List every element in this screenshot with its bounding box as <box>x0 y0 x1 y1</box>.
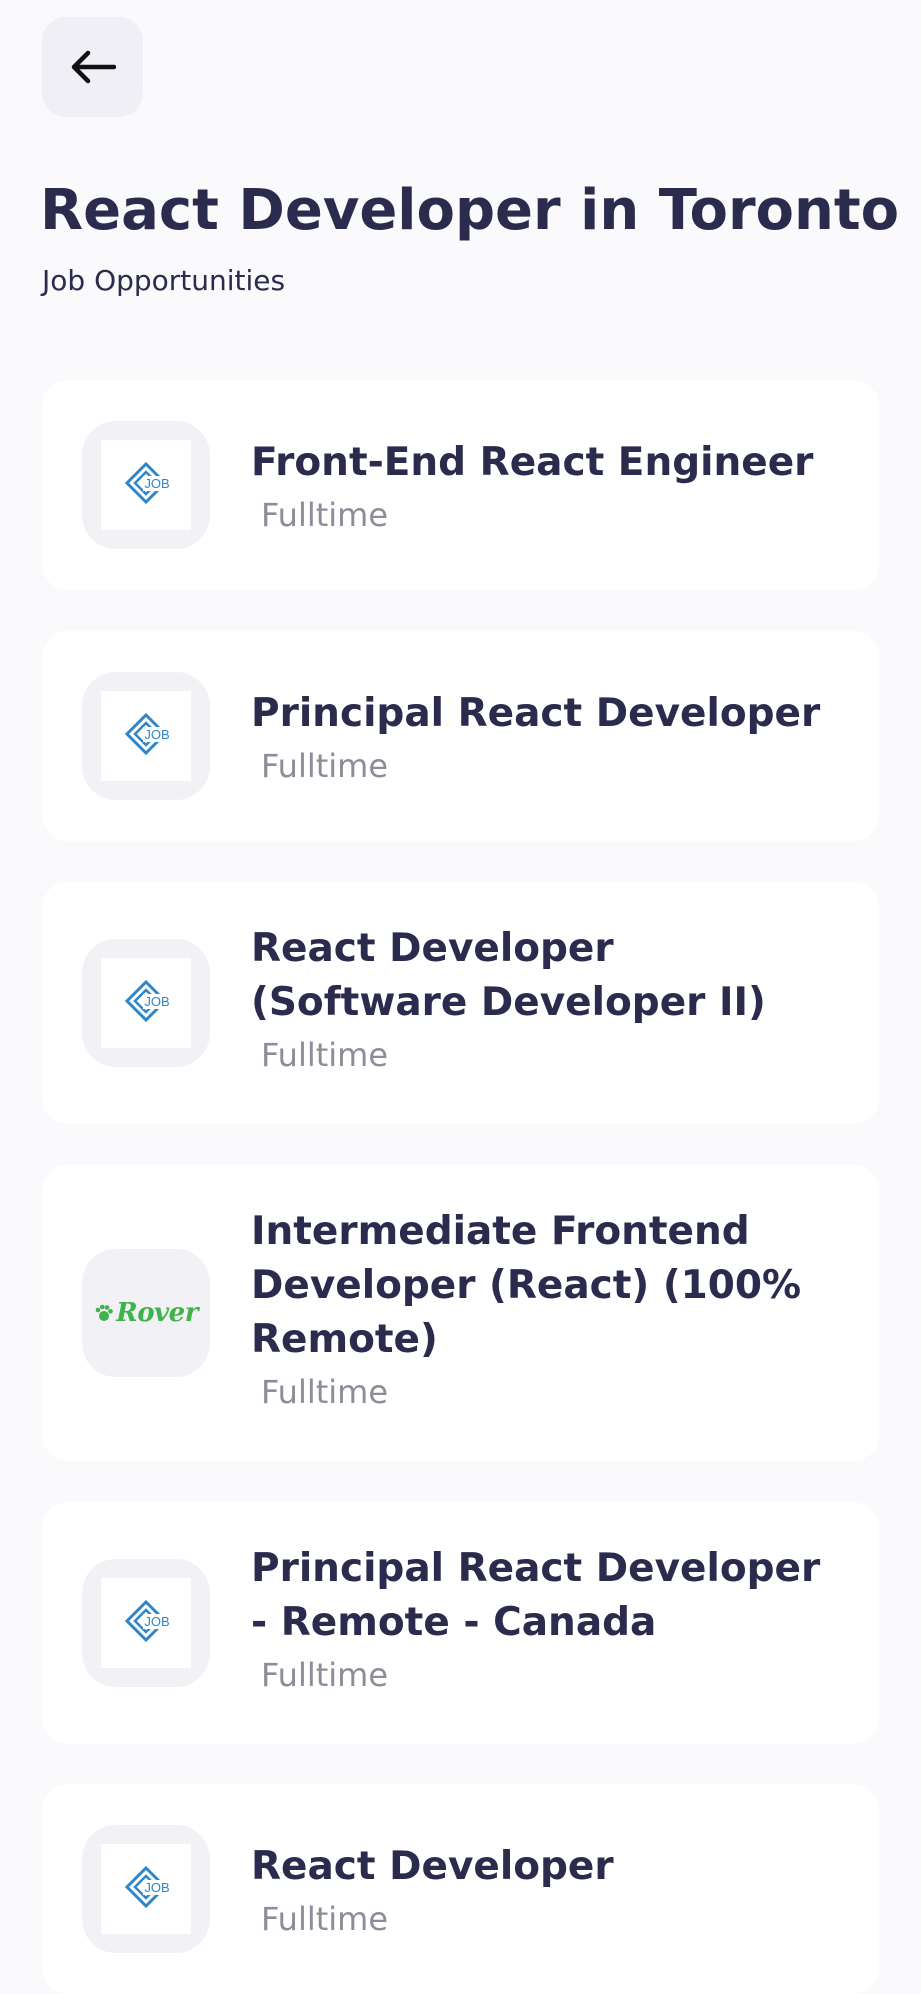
job-text: Principal React Developer Fulltime <box>251 687 839 787</box>
job-type: Fulltime <box>261 1900 389 1938</box>
job-logo-icon: JOB <box>101 691 191 781</box>
job-card[interactable]: JOB Principal React Developer Fulltime <box>42 631 879 841</box>
job-text: Principal React Developer - Remote - Can… <box>251 1542 839 1696</box>
company-logo-tile: JOB <box>82 1559 210 1687</box>
job-type: Fulltime <box>261 747 389 785</box>
job-card[interactable]: JOB React Developer Fulltime <box>42 1784 879 1994</box>
svg-text:JOB: JOB <box>144 476 169 491</box>
job-title: Principal React Developer <box>251 691 821 736</box>
job-text: React Developer (Software Developer II) … <box>251 922 839 1076</box>
back-button[interactable] <box>42 17 143 117</box>
svg-text:JOB: JOB <box>144 1614 169 1629</box>
job-text: React Developer Fulltime <box>251 1840 839 1940</box>
job-logo-icon: JOB <box>101 1578 191 1668</box>
page-subtitle: Job Opportunities <box>42 264 286 297</box>
company-logo-tile: JOB <box>82 1825 210 1953</box>
company-logo-tile: JOB <box>82 672 210 800</box>
rover-logo: Rover <box>94 1298 198 1328</box>
job-card[interactable]: JOB React Developer (Software Developer … <box>42 882 879 1124</box>
svg-text:JOB: JOB <box>144 994 169 1009</box>
job-logo-icon: JOB <box>101 440 191 530</box>
job-title: Principal React Developer - Remote - Can… <box>251 1546 821 1645</box>
job-type: Fulltime <box>261 1373 389 1411</box>
job-type: Fulltime <box>261 496 389 534</box>
job-card[interactable]: JOB Front-End React Engineer Fulltime <box>42 380 879 590</box>
job-title: React Developer (Software Developer II) <box>251 926 766 1025</box>
page-title: React Developer in Toronto <box>40 178 900 243</box>
job-title: Front-End React Engineer <box>251 440 814 485</box>
job-card[interactable]: JOB Principal React Developer - Remote -… <box>42 1502 879 1744</box>
svg-text:JOB: JOB <box>144 727 169 742</box>
arrow-left-icon <box>71 50 116 84</box>
company-logo-tile: Rover <box>82 1249 210 1377</box>
company-logo-tile: JOB <box>82 939 210 1067</box>
job-type: Fulltime <box>261 1036 389 1074</box>
job-logo-icon: JOB <box>101 1844 191 1934</box>
job-card[interactable]: Rover Intermediate Frontend Developer (R… <box>42 1165 879 1461</box>
job-title: Intermediate Frontend Developer (React) … <box>251 1209 802 1362</box>
company-logo-tile: JOB <box>82 421 210 549</box>
job-title: React Developer <box>251 1844 614 1889</box>
job-type: Fulltime <box>261 1656 389 1694</box>
svg-text:JOB: JOB <box>144 1880 169 1895</box>
job-logo-icon: JOB <box>101 958 191 1048</box>
job-text: Intermediate Frontend Developer (React) … <box>251 1205 839 1413</box>
job-text: Front-End React Engineer Fulltime <box>251 436 839 536</box>
